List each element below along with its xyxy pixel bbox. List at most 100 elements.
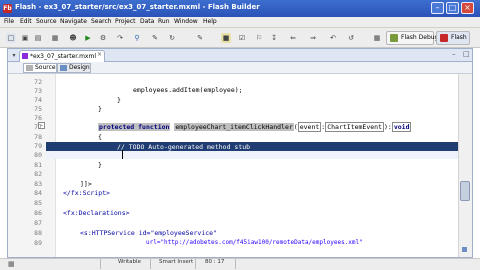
code-line[interactable]: } <box>98 161 102 169</box>
next-annotation-icon[interactable]: ↧ <box>269 33 279 43</box>
menu-edit[interactable]: Edit <box>20 18 32 25</box>
code-param: event <box>297 122 322 132</box>
new-icon[interactable]: □ <box>6 33 16 43</box>
minimize-button[interactable]: – <box>431 2 444 14</box>
menu-data[interactable]: Data <box>140 18 154 25</box>
status-separator <box>195 259 196 269</box>
task-icon[interactable]: ☑ <box>237 33 247 43</box>
line-number: 72 <box>34 78 42 86</box>
line-number: 74 <box>34 96 42 104</box>
design-icon <box>60 65 67 71</box>
code-line[interactable]: <fx:Declarations> <box>63 209 130 217</box>
code-line[interactable]: ]]> <box>80 180 92 188</box>
code-comment[interactable]: // TODO Auto-generated method stub <box>117 143 250 151</box>
new-project-icon[interactable]: ▦ <box>50 33 60 43</box>
forward-icon[interactable]: ⇒ <box>308 33 318 43</box>
menu-project[interactable]: Project <box>115 18 136 25</box>
maximize-editor-icon[interactable]: □ <box>463 50 470 58</box>
menu-help[interactable]: Help <box>203 18 217 25</box>
flash-label: Flash <box>451 34 467 41</box>
mxml-file-icon <box>22 53 28 59</box>
bookmark-icon[interactable]: ⚐ <box>254 33 264 43</box>
debug-icon[interactable]: ☻ <box>68 33 78 43</box>
refresh-icon[interactable]: ↻ <box>167 33 177 43</box>
flash-perspective[interactable]: Flash <box>436 31 470 45</box>
line-number: 89 <box>34 239 42 247</box>
menu-navigate[interactable]: Navigate <box>60 18 87 25</box>
code-line[interactable]: employees.addItem(employee); <box>133 86 243 94</box>
flash-debug-perspective[interactable]: Flash Debug <box>386 31 438 45</box>
line-number: 79 <box>34 142 42 150</box>
last-edit-icon[interactable]: ↶ <box>328 33 338 43</box>
window-title: Flash - ex3_07_starter/src/ex3_07_starte… <box>15 3 260 11</box>
menu-search[interactable]: Search <box>91 18 112 25</box>
status-separator <box>235 259 236 269</box>
status-insert-mode: Smart Insert <box>159 259 194 265</box>
code-line[interactable]: url="http://adobetes.com/f45iaw100/remot… <box>146 239 363 246</box>
flash-builder-icon: Fb <box>3 4 12 13</box>
source-mode-button[interactable]: Source <box>23 63 57 73</box>
line-number: 73 <box>34 87 42 95</box>
fast-view-icon[interactable]: ▦ <box>8 259 18 269</box>
history-icon[interactable]: ↺ <box>346 33 356 43</box>
run-icon[interactable]: ▶ <box>83 33 93 43</box>
code-line[interactable]: <s:HTTPService id="employeeService" <box>80 229 217 237</box>
source-icon <box>26 65 33 71</box>
open-perspective-icon[interactable]: ▦ <box>372 33 382 43</box>
line-number: 88 <box>34 229 42 237</box>
status-bar <box>0 258 480 270</box>
minimize-editor-icon[interactable]: – <box>452 50 456 58</box>
overview-marker-icon <box>462 247 467 252</box>
mark-occurrences-icon[interactable]: ✎ <box>195 33 205 43</box>
vertical-scrollbar[interactable] <box>458 74 472 257</box>
code-return-type: void <box>391 122 412 132</box>
code-param-type: ChartItemEvent <box>325 122 384 132</box>
bug-icon <box>390 34 398 42</box>
maximize-button[interactable]: □ <box>446 2 459 14</box>
status-separator <box>100 259 101 269</box>
profile-icon[interactable]: ⚙ <box>98 33 108 43</box>
line-number: 80 <box>34 151 42 159</box>
code-line[interactable]: </fx:Script> <box>63 189 110 197</box>
code-line[interactable]: } <box>98 105 102 113</box>
selected-line-highlight <box>46 142 458 151</box>
line-number: 86 <box>34 209 42 217</box>
export-icon[interactable]: ↷ <box>115 33 125 43</box>
design-label: Design <box>69 64 90 71</box>
scrollbar-thumb[interactable] <box>460 181 470 201</box>
save-icon[interactable]: ▣ <box>20 33 30 43</box>
annotation-icon[interactable]: ■ <box>221 33 231 43</box>
open-type-icon[interactable]: ✎ <box>150 33 160 43</box>
source-label: Source <box>35 64 56 71</box>
line-number: 76 <box>34 114 42 122</box>
code-keyword: protected function <box>98 123 171 131</box>
menu-source[interactable]: Source <box>36 18 57 25</box>
code-line-function[interactable]: protected function employeeChart_itemCli… <box>98 122 412 132</box>
code-line[interactable]: } <box>117 96 121 104</box>
menu-window[interactable]: Window <box>174 18 198 25</box>
design-mode-button[interactable]: Design <box>57 63 91 73</box>
line-number: 83 <box>34 180 42 188</box>
print-icon[interactable]: ▤ <box>33 33 43 43</box>
tab-close-icon[interactable]: × <box>97 51 102 58</box>
menu-file[interactable]: File <box>4 18 14 25</box>
code-function-name: employeeChart_itemClickHandler <box>174 123 294 131</box>
search-icon[interactable]: ⚲ <box>132 33 142 43</box>
line-number: 75 <box>34 105 42 113</box>
tab-ex3-07-starter-mxml[interactable]: *ex3_07_starter.mxml <box>19 50 105 62</box>
line-number: 85 <box>34 199 42 207</box>
line-number: 84 <box>34 189 42 197</box>
line-number: 78 <box>34 133 42 141</box>
back-icon[interactable]: ⇐ <box>288 33 298 43</box>
line-number: 81 <box>34 161 42 169</box>
menu-run[interactable]: Run <box>158 18 170 25</box>
tab-menu-icon[interactable]: ▾ <box>10 51 18 60</box>
close-button[interactable]: × <box>461 2 474 14</box>
current-line-highlight <box>46 151 458 159</box>
status-separator <box>150 259 151 269</box>
code-line[interactable]: { <box>98 133 102 141</box>
flash-debug-label: Flash Debug <box>401 34 439 41</box>
line-number: 82 <box>34 170 42 178</box>
line-number: 77 <box>34 123 42 131</box>
flash-icon <box>440 34 448 42</box>
